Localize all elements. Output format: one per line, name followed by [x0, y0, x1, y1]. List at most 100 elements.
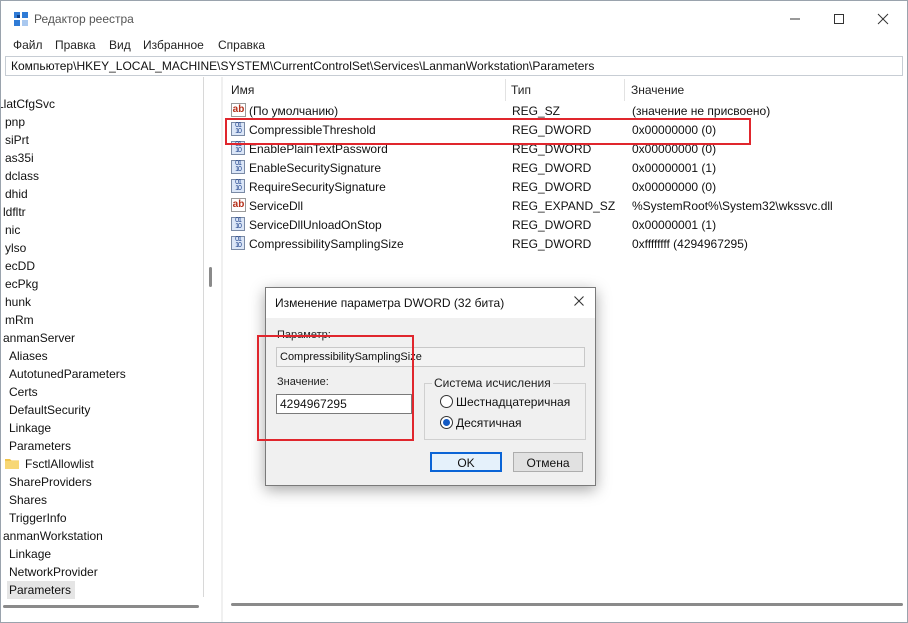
tree-item[interactable]: Certs: [9, 383, 38, 401]
decimal-radio[interactable]: [440, 416, 453, 429]
value-type: REG_DWORD: [512, 180, 592, 194]
tree-item[interactable]: hunk: [5, 293, 31, 311]
value-row[interactable]: 01 10 ServiceDllUnloadOnStop REG_DWORD 0x…: [225, 216, 907, 235]
maximize-button[interactable]: [817, 5, 861, 33]
column-separator[interactable]: [505, 79, 506, 101]
tree-item[interactable]: NetworkProvider: [9, 563, 98, 581]
tree-item[interactable]: siPrt: [5, 131, 29, 149]
tree-item[interactable]: anmanWorkstation: [3, 527, 103, 545]
pane-splitter[interactable]: [221, 77, 223, 622]
edit-dword-dialog: Изменение параметра DWORD (32 бита) Пара…: [265, 287, 596, 486]
menu-file[interactable]: Файл: [13, 38, 43, 52]
hexadecimal-label[interactable]: Шестнадцатеричная: [456, 395, 570, 409]
value-data: (значение не присвоено): [632, 104, 771, 118]
value-data: 0x00000000 (0): [632, 142, 717, 156]
tree-item[interactable]: ecPkg: [5, 275, 38, 293]
value-name: ServiceDll: [249, 199, 304, 213]
tree-horizontal-scrollbar[interactable]: [3, 605, 199, 608]
value-data: %SystemRoot%\System32\wkssvc.dll: [632, 199, 833, 213]
value-label: Значение:: [277, 376, 329, 388]
decimal-label[interactable]: Десятичная: [456, 416, 522, 430]
tree-item[interactable]: pnp: [5, 113, 25, 131]
base-groupbox: [424, 383, 586, 440]
value-name: EnableSecuritySignature: [249, 161, 382, 175]
value-row[interactable]: 01 10 EnablePlainTextPassword REG_DWORD 0…: [225, 140, 907, 159]
tree-item[interactable]: Aliases: [9, 347, 48, 365]
dialog-close-button[interactable]: [571, 294, 587, 310]
tree-divider: [203, 77, 204, 597]
value-row[interactable]: 01 10 RequireSecuritySignature REG_DWORD …: [225, 178, 907, 197]
tree-item[interactable]: ecDD: [5, 257, 35, 275]
tree-item[interactable]: dclass: [5, 167, 39, 185]
menu-view[interactable]: Вид: [109, 38, 131, 52]
binary-value-icon: 01 10: [231, 179, 245, 193]
value-row[interactable]: ab ServiceDll REG_EXPAND_SZ %SystemRoot%…: [225, 197, 907, 216]
cancel-button[interactable]: Отмена: [513, 452, 583, 472]
value-name: (По умолчанию): [249, 104, 339, 118]
binary-value-icon: 01 10: [231, 236, 245, 250]
tree-item[interactable]: LlatCfgSvc: [1, 95, 55, 113]
value-row[interactable]: 01 10 EnableSecuritySignature REG_DWORD 0…: [225, 159, 907, 178]
value-row[interactable]: ab (По умолчанию) REG_SZ (значение не пр…: [225, 102, 907, 121]
registry-editor-window: Редактор реестра Файл Правка Вид Избранн…: [0, 0, 908, 623]
tree-item[interactable]: Linkage: [9, 419, 51, 437]
tree-item[interactable]: AutotunedParameters: [9, 365, 126, 383]
registry-editor-icon: [14, 12, 28, 26]
column-header-type[interactable]: Тип: [511, 83, 531, 97]
minimize-button[interactable]: [773, 5, 817, 33]
binary-value-icon: 01 10: [231, 160, 245, 174]
tree-item[interactable]: dhid: [5, 185, 28, 203]
close-button[interactable]: [861, 5, 905, 33]
parameter-label: Параметр:: [277, 329, 331, 341]
value-data: 0x00000001 (1): [632, 218, 717, 232]
value-data: 0x00000001 (1): [632, 161, 717, 175]
column-header-name[interactable]: Имя: [231, 83, 254, 97]
key-tree: LlatCfgSvc pnp siPrt as35i dclass dhid l…: [1, 77, 211, 622]
tree-item[interactable]: ShareProviders: [9, 473, 92, 491]
tree-item[interactable]: mRm: [5, 311, 34, 329]
tree-item[interactable]: Shares: [9, 491, 47, 509]
tree-item[interactable]: TriggerInfo: [9, 509, 67, 527]
value-row[interactable]: 01 10 CompressibilitySamplingSize REG_DWO…: [225, 235, 907, 254]
binary-value-icon: 01 10: [231, 217, 245, 231]
tree-item[interactable]: as35i: [5, 149, 34, 167]
ok-button[interactable]: OK: [430, 452, 502, 472]
value-input[interactable]: 4294967295: [276, 394, 412, 414]
menu-favorites[interactable]: Избранное: [143, 38, 204, 52]
window-title: Редактор реестра: [34, 12, 134, 26]
binary-value-icon: 01 10: [231, 122, 245, 136]
minimize-icon: [790, 18, 800, 20]
menu-edit[interactable]: Правка: [55, 38, 96, 52]
value-name: EnablePlainTextPassword: [249, 142, 388, 156]
column-header-value[interactable]: Значение: [631, 83, 684, 97]
folder-icon: [5, 459, 19, 469]
tree-item-fsctlallowlist[interactable]: FsctlAllowlist: [5, 455, 94, 473]
string-value-icon: ab: [231, 198, 246, 212]
tree-item[interactable]: nic: [5, 221, 20, 239]
column-separator[interactable]: [624, 79, 625, 101]
value-type: REG_SZ: [512, 104, 561, 118]
address-bar[interactable]: Компьютер\HKEY_LOCAL_MACHINE\SYSTEM\Curr…: [5, 56, 903, 76]
tree-vertical-scrollbar[interactable]: [209, 267, 212, 287]
value-type: REG_DWORD: [512, 218, 592, 232]
value-type: REG_DWORD: [512, 142, 592, 156]
menu-help[interactable]: Справка: [218, 38, 265, 52]
list-horizontal-scrollbar[interactable]: [231, 603, 903, 606]
close-icon: [574, 296, 584, 306]
value-name: ServiceDllUnloadOnStop: [249, 218, 382, 232]
value-row[interactable]: 01 10 CompressibleThreshold REG_DWORD 0x0…: [225, 121, 907, 140]
tree-item[interactable]: DefaultSecurity: [9, 401, 90, 419]
tree-item[interactable]: anmanServer: [3, 329, 75, 347]
tree-item[interactable]: Linkage: [9, 545, 51, 563]
tree-item-label: FsctlAllowlist: [25, 457, 94, 471]
title-bar: Редактор реестра: [1, 1, 907, 37]
tree-item[interactable]: ylso: [5, 239, 26, 257]
binary-value-icon: 01 10: [231, 141, 245, 155]
value-data: 0x00000000 (0): [632, 123, 717, 137]
tree-item-selected[interactable]: Parameters: [7, 581, 76, 599]
tree-item[interactable]: ldfltr: [3, 203, 26, 221]
tree-item[interactable]: Parameters: [9, 437, 71, 455]
hexadecimal-radio[interactable]: [440, 395, 453, 408]
parameter-name-field: CompressibilitySamplingSize: [276, 347, 585, 367]
value-type: REG_DWORD: [512, 123, 592, 137]
